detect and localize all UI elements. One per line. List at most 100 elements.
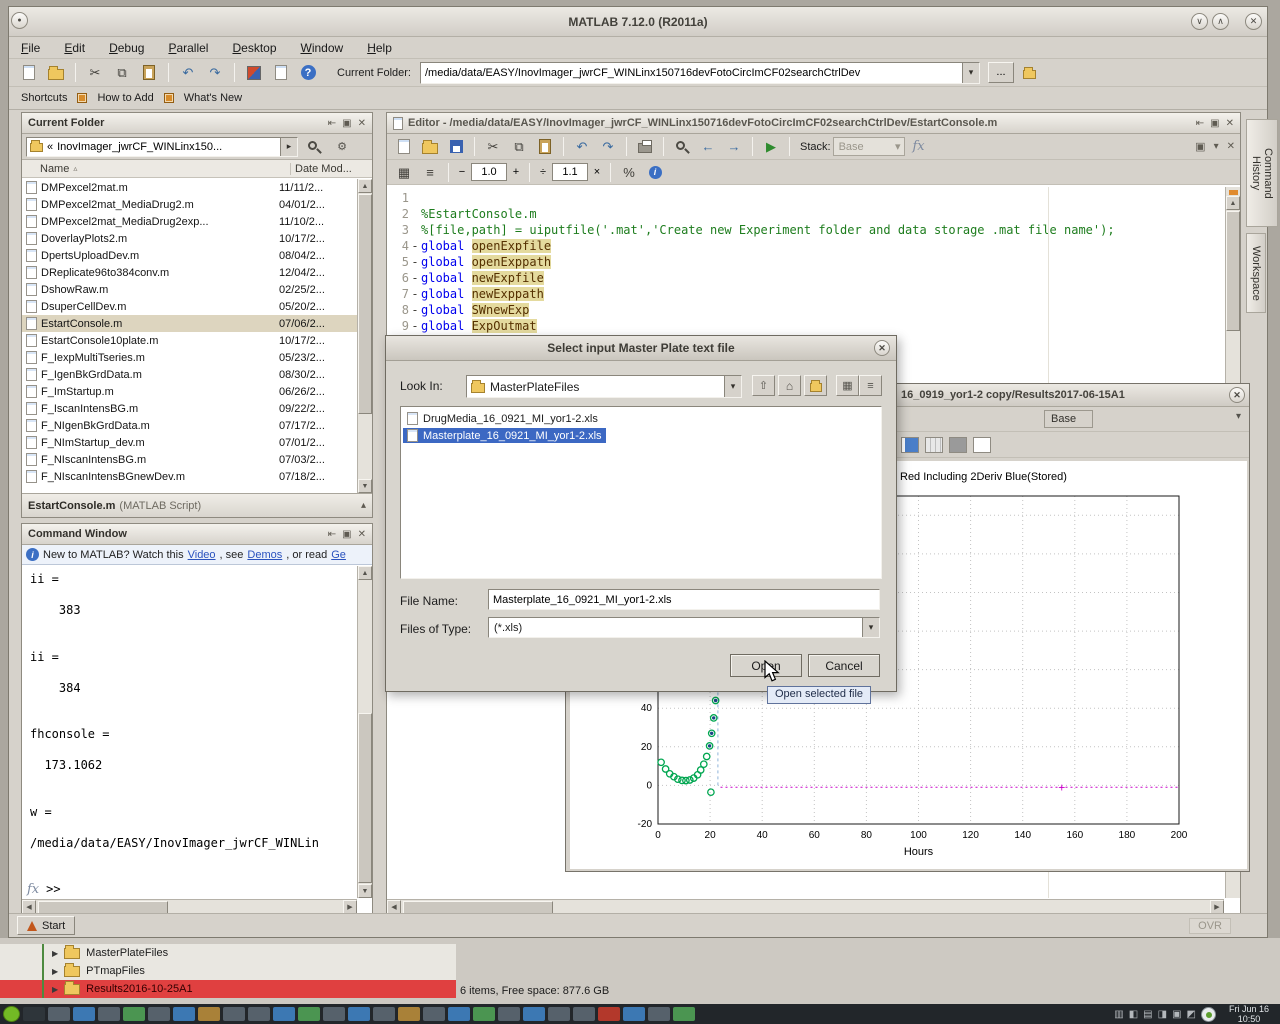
close-button[interactable]: ✕	[1245, 13, 1262, 30]
editor-hscrollbar[interactable]: ◀ ▶	[387, 899, 1224, 914]
scroll-left-icon[interactable]: ◀	[22, 900, 36, 914]
redo-button[interactable]: ↷	[596, 135, 620, 158]
chevron-up-icon[interactable]: ▴	[361, 500, 366, 511]
breadcrumb-path[interactable]: InovImager_jwrCF_WINLinx150...	[57, 141, 222, 153]
breadcrumb-expand[interactable]: ▸	[280, 138, 297, 156]
open-file-button[interactable]	[44, 61, 68, 84]
minimize-button[interactable]: ∨	[1191, 13, 1208, 30]
insert-cell-button[interactable]: ▦	[392, 161, 416, 184]
breadcrumb[interactable]: « InovImager_jwrCF_WINLinx150... ▸	[26, 137, 298, 157]
demos-link[interactable]: Demos	[247, 549, 282, 561]
file-name-input[interactable]	[488, 589, 880, 610]
search-button[interactable]	[302, 137, 326, 157]
look-in-dropdown[interactable]: ▾	[724, 376, 741, 397]
cut-button[interactable]: ✂	[481, 135, 505, 158]
taskbar-app-icon[interactable]	[573, 1007, 595, 1021]
taskbar-app-icon[interactable]	[373, 1007, 395, 1021]
info-button[interactable]: i	[643, 161, 667, 184]
scrollbar-thumb[interactable]	[38, 901, 168, 914]
close-button[interactable]: ✕	[1229, 387, 1245, 403]
taskbar-app-icon[interactable]	[548, 1007, 570, 1021]
video-link[interactable]: Video	[188, 549, 216, 561]
file-row[interactable]: EstartConsole10plate.m10/17/2...	[22, 332, 357, 349]
scroll-down-icon[interactable]: ▼	[358, 479, 372, 493]
taskbar-app-icon[interactable]	[598, 1007, 620, 1021]
file-row[interactable]: F_IexpMultiTseries.m05/23/2...	[22, 349, 357, 366]
files-of-type-combo[interactable]: (*.xls) ▾	[488, 617, 880, 638]
dock-icon[interactable]: ⇤	[1196, 118, 1204, 129]
percent-cell-button[interactable]: %	[617, 161, 641, 184]
file-row[interactable]: F_NIgenBkGrdData.m07/17/2...	[22, 417, 357, 434]
tab-command-history[interactable]: Command History	[1246, 119, 1278, 227]
file-row[interactable]: F_NImStartup_dev.m07/01/2...	[22, 434, 357, 451]
folder-row[interactable]: ▶MasterPlateFiles	[0, 944, 456, 962]
file-row[interactable]: DsuperCellDev.m05/20/2...	[22, 298, 357, 315]
tray-icon[interactable]: ▥	[1114, 1009, 1123, 1020]
expand-icon[interactable]: ▶	[52, 967, 58, 976]
restore-icon[interactable]: ▣	[342, 118, 351, 129]
zoom-tool-icon[interactable]	[973, 437, 991, 453]
redo-button[interactable]: ↷	[203, 61, 227, 84]
file-row[interactable]: F_ImStartup.m06/26/2...	[22, 383, 357, 400]
command-prompt[interactable]: fx >>	[22, 881, 61, 897]
undo-button[interactable]: ↶	[570, 135, 594, 158]
file-row[interactable]: DshowRaw.m02/25/2...	[22, 281, 357, 298]
close-icon[interactable]: ✕	[1226, 118, 1234, 129]
title-bar[interactable]: MATLAB 7.12.0 (R2011a)	[9, 7, 1267, 37]
cancel-button[interactable]: Cancel	[808, 654, 880, 677]
folder-row[interactable]: ▶Results2016-10-25A1	[0, 980, 456, 998]
find-button[interactable]	[670, 135, 694, 158]
current-folder-path-input[interactable]	[421, 67, 962, 79]
taskbar-app-icon[interactable]	[648, 1007, 670, 1021]
scroll-up-icon[interactable]: ▲	[358, 179, 372, 193]
window-menu-button[interactable]: ●	[11, 12, 28, 29]
cell-value-right[interactable]: 1.1	[552, 163, 588, 181]
file-row[interactable]: DMPexcel2mat_MediaDrug2.m04/01/2...	[22, 196, 357, 213]
shortcut-whats-new[interactable]: What's New	[184, 92, 242, 104]
taskbar-app-icon[interactable]	[73, 1007, 95, 1021]
list-view-button[interactable]: ≡	[859, 375, 882, 396]
taskbar-app-icon[interactable]	[673, 1007, 695, 1021]
menu-file[interactable]: File	[21, 41, 40, 55]
scrollbar-thumb[interactable]	[358, 194, 372, 414]
help-button[interactable]: ?	[296, 61, 320, 84]
grid-tool-icon[interactable]	[925, 437, 943, 453]
plot-tool-icon[interactable]	[901, 437, 919, 453]
taskbar-app-icon[interactable]	[98, 1007, 120, 1021]
fx-icon[interactable]: fx	[27, 882, 39, 897]
maximize-button[interactable]: ∧	[1212, 13, 1229, 30]
dock-icon[interactable]: ⇤	[328, 118, 336, 129]
grid-view-button[interactable]: ▦	[836, 375, 859, 396]
file-row[interactable]: F_IscanIntensBG.m09/22/2...	[22, 400, 357, 417]
increment-button[interactable]: +	[509, 161, 523, 184]
back-button[interactable]: ←	[696, 135, 720, 158]
cell-value-left[interactable]: 1.0	[471, 163, 507, 181]
taskbar-app-icon[interactable]	[498, 1007, 520, 1021]
decrement-button[interactable]: −	[455, 161, 469, 184]
cut-button[interactable]: ✂	[83, 61, 107, 84]
new-file-button[interactable]	[392, 135, 416, 158]
dialog-file-row[interactable]: DrugMedia_16_0921_MI_yor1-2.xls	[403, 410, 879, 427]
dialog-file-row[interactable]: Masterplate_16_0921_MI_yor1-2.xls	[403, 427, 879, 444]
dialog-close-button[interactable]: ✕	[874, 340, 890, 356]
cell-list-button[interactable]: ≡	[418, 161, 442, 184]
scroll-right-icon[interactable]: ▶	[1210, 900, 1224, 914]
scrollbar-thumb[interactable]	[403, 901, 553, 914]
undo-button[interactable]: ↶	[176, 61, 200, 84]
dialog-file-list[interactable]: DrugMedia_16_0921_MI_yor1-2.xlsMasterpla…	[400, 406, 882, 579]
menu-help[interactable]: Help	[367, 41, 392, 55]
chevron-down-icon[interactable]: ▾	[1236, 411, 1241, 422]
menu-desktop[interactable]: Desktop	[232, 41, 276, 55]
files-of-type-dropdown[interactable]: ▾	[862, 618, 879, 637]
file-row[interactable]: DReplicate96to384conv.m12/04/2...	[22, 264, 357, 281]
command-window-vscrollbar[interactable]: ▲ ▼	[357, 566, 372, 898]
new-file-button[interactable]	[17, 61, 41, 84]
chevron-down-icon[interactable]: ▾	[1214, 141, 1219, 152]
run-button[interactable]: ▶	[759, 135, 783, 158]
scroll-down-icon[interactable]: ▼	[358, 884, 372, 898]
print-button[interactable]	[633, 135, 657, 158]
file-row[interactable]: DpertsUploadDev.m08/04/2...	[22, 247, 357, 264]
close-icon[interactable]: ✕	[358, 118, 366, 129]
restore-icon[interactable]: ▣	[1210, 118, 1219, 129]
restore-icon[interactable]: ▣	[1195, 140, 1205, 153]
